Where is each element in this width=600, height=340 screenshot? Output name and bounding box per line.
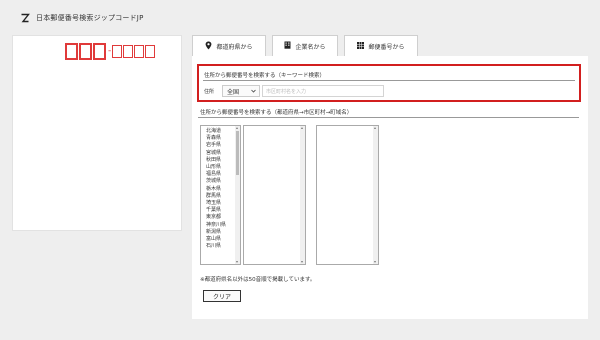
- scroll-down-icon[interactable]: [236, 261, 238, 263]
- app-header: 日本郵便番号検索ジップコードJP: [20, 10, 144, 26]
- chevron-down-icon: [251, 88, 256, 95]
- zip-box: [145, 45, 156, 58]
- scroll-up-icon[interactable]: [374, 127, 376, 129]
- town-listbox[interactable]: [316, 125, 379, 265]
- clear-button[interactable]: クリア: [203, 290, 241, 302]
- scroll-thumb[interactable]: [236, 131, 239, 175]
- zip-box: [65, 43, 78, 60]
- tab-label: 郵便番号から: [368, 43, 405, 51]
- keyword-search-section: 住所から郵便番号を検索する（キーワード検索） 住所 全国 市区町村名を入力: [197, 64, 581, 102]
- logo-icon[interactable]: [20, 13, 30, 23]
- scrollbar[interactable]: [373, 126, 378, 264]
- zip-box: [93, 43, 106, 60]
- keyword-search-row: 住所 全国 市区町村名を入力: [204, 85, 385, 97]
- scroll-up-icon[interactable]: [301, 127, 303, 129]
- tab-prefecture[interactable]: 都道府県から: [192, 35, 266, 56]
- divider: [198, 117, 579, 118]
- zip-code-boxes: -: [65, 43, 156, 60]
- address-label: 住所: [204, 88, 215, 95]
- region-search-heading: 住所から郵便番号を検索する（都道府県→市区町村→町域名）: [200, 110, 353, 116]
- tab-zipcode[interactable]: 郵便番号から: [344, 35, 418, 56]
- prefecture-select[interactable]: 全国: [222, 85, 261, 97]
- prefecture-listbox[interactable]: 北海道 青森県 岩手県 宮城県 秋田県 山形県 福島県 茨城県 栃木県 群馬県 埼玉県 千葉県 東京都神…: [200, 125, 241, 265]
- search-tabs: 都道府県から 企業名から 郵便番号から: [192, 35, 418, 56]
- zip-box: [79, 43, 92, 60]
- city-listbox[interactable]: [243, 125, 306, 265]
- app-title[interactable]: 日本郵便番号検索ジップコードJP: [36, 13, 144, 23]
- scroll-up-icon[interactable]: [236, 127, 238, 129]
- zip-box: [134, 45, 145, 58]
- building-icon: [284, 41, 291, 51]
- zip-box: [112, 45, 123, 58]
- scroll-down-icon[interactable]: [301, 261, 303, 263]
- address-keyword-input[interactable]: 市区町村名を入力: [262, 85, 385, 97]
- zip-box: [123, 45, 134, 58]
- grid-icon: [357, 41, 365, 51]
- scrollbar[interactable]: [235, 126, 240, 264]
- postcard-illustration: -: [12, 35, 182, 231]
- prefecture-select-value: 全国: [227, 88, 240, 96]
- zip-dash: -: [108, 46, 112, 56]
- tab-label: 都道府県から: [216, 43, 253, 51]
- tab-label: 企業名から: [295, 43, 326, 51]
- ordering-note: ※都道府県名以外は50音順で掲載しています。: [200, 277, 316, 283]
- scrollbar[interactable]: [300, 126, 305, 264]
- keyword-search-heading: 住所から郵便番号を検索する（キーワード検索）: [204, 73, 326, 79]
- tab-company[interactable]: 企業名から: [272, 35, 338, 56]
- map-pin-icon: [205, 41, 212, 52]
- scroll-down-icon[interactable]: [374, 261, 376, 263]
- divider: [203, 80, 575, 81]
